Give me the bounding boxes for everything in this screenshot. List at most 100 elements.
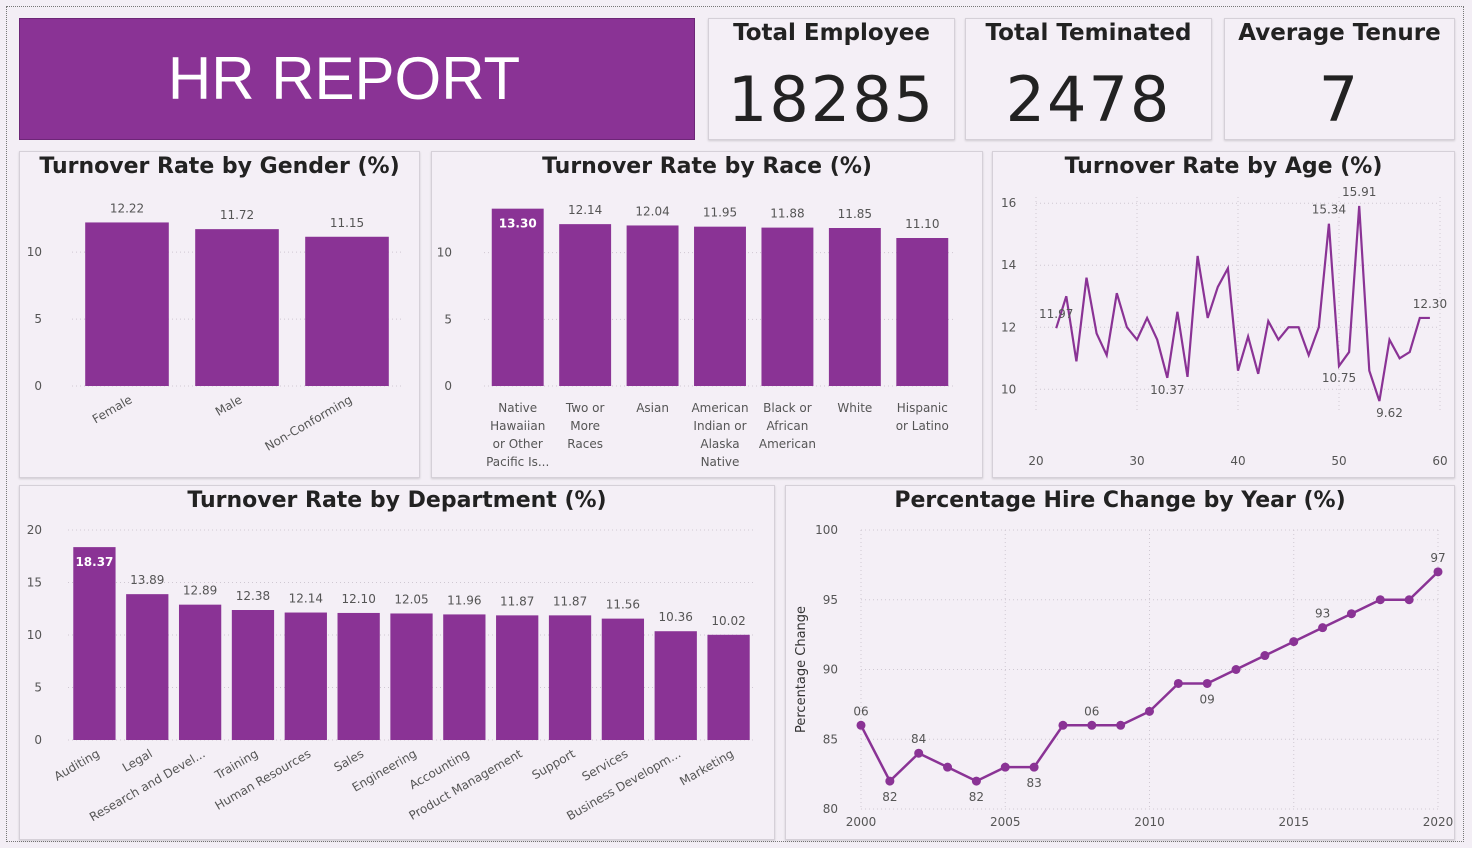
data-label: 06 [853, 704, 868, 718]
x-tick-label: 30 [1129, 454, 1144, 468]
data-point [1000, 762, 1010, 772]
x-tick-label: 2000 [846, 815, 877, 829]
x-tick-label: 20 [1028, 454, 1043, 468]
data-label: 11.87 [500, 594, 534, 608]
x-tick-label: 2015 [1278, 815, 1309, 829]
data-label: 12.89 [183, 584, 217, 598]
x-tick-label: Two or [565, 401, 605, 415]
x-tick-label: or Latino [896, 419, 949, 433]
bar [559, 224, 612, 386]
data-label: 82 [882, 790, 897, 804]
chart-turnover-by-age[interactable]: Turnover Rate by Age (%) 10 12 14 16 20 30 40 5… [992, 151, 1455, 478]
x-tick-label: 2020 [1423, 815, 1454, 829]
y-tick-label: 100 [815, 523, 838, 537]
kpi-card-total-employee[interactable]: Total Employee 18285 [708, 18, 955, 140]
x-tick-label: Female [90, 392, 135, 426]
bar [601, 618, 645, 740]
bar [496, 615, 539, 740]
data-label: 10.02 [711, 614, 745, 628]
data-point [885, 776, 895, 786]
chart-hire-change-by-year[interactable]: Percentage Hire Change by Year (%) 80 85 9… [785, 485, 1455, 840]
data-label: 12.14 [568, 203, 602, 217]
x-tick-label: 60 [1432, 454, 1447, 468]
x-tick-label: Legal [120, 746, 155, 774]
kpi-value: 18285 [727, 63, 936, 136]
x-tick-label: or Other [493, 437, 543, 451]
data-label: 11.85 [838, 207, 872, 221]
data-label: 13.30 [499, 217, 537, 231]
data-label: 10.75 [1322, 371, 1356, 385]
y-tick-label: 16 [1001, 196, 1016, 210]
data-label: 12.30 [1413, 297, 1447, 311]
data-point [856, 720, 866, 730]
data-label: 82 [969, 790, 984, 804]
data-label: 11.72 [220, 208, 254, 222]
data-point [1231, 665, 1241, 674]
data-point [1116, 720, 1126, 730]
y-tick-label: 5 [34, 681, 42, 695]
age-line-chart: 10 12 14 16 20 30 40 50 60 11.97 10.37 15.34 10.75 15… [1001, 185, 1448, 468]
y-tick-label: 15 [27, 576, 42, 590]
bar [284, 612, 327, 740]
data-label: 11.10 [905, 217, 939, 231]
data-point [1173, 678, 1183, 688]
chart-turnover-by-department[interactable]: Turnover Rate by Department (%) 0 5 10 15 20… [19, 485, 775, 840]
bar [390, 613, 433, 740]
data-point [1058, 720, 1068, 730]
y-tick-label: 0 [34, 733, 42, 747]
kpi-label: Total Employee [733, 20, 930, 46]
department-bar-chart: 0510152018.37Auditing13.89Legal12.89Rese… [27, 523, 755, 824]
bar [694, 226, 746, 386]
x-tick-label: Pacific Is... [486, 455, 549, 469]
kpi-value: 2478 [1005, 63, 1172, 136]
y-tick-label: 14 [1001, 258, 1016, 272]
data-label: 12.04 [635, 204, 669, 218]
x-tick-label: Indian or [693, 419, 746, 433]
data-label: 09 [1200, 692, 1215, 706]
x-tick-label: Black or [763, 401, 812, 415]
x-tick-label: Native [498, 401, 537, 415]
y-tick-label: 10 [437, 246, 452, 260]
x-tick-label: Sales [331, 746, 366, 774]
y-tick-label: 0 [444, 379, 452, 393]
x-tick-label: Native [701, 455, 740, 469]
data-point [1375, 595, 1385, 605]
data-label: 12.14 [289, 592, 323, 606]
data-point [1289, 637, 1299, 647]
y-axis-title: Percentage Change [794, 606, 809, 733]
x-tick-label: Male [213, 392, 245, 418]
data-label: 11.88 [770, 207, 804, 221]
kpi-card-total-terminated[interactable]: Total Teminated 2478 [965, 18, 1212, 140]
x-tick-label: Hawaiian [490, 419, 545, 433]
x-tick-label: American [691, 401, 748, 415]
x-tick-label: Asian [636, 401, 669, 415]
x-tick-label: Support [529, 746, 577, 782]
bar [491, 208, 544, 386]
x-tick-label: Hispanic [897, 401, 948, 415]
kpi-card-average-tenure[interactable]: Average Tenure 7 [1224, 18, 1455, 140]
chart-turnover-by-gender[interactable]: Turnover Rate by Gender (%) 0 5 10 12.22 Fem… [19, 151, 420, 478]
bar [231, 610, 275, 740]
data-label: 11.56 [606, 598, 640, 612]
data-label: 9.62 [1376, 406, 1403, 420]
y-tick-label: 5 [34, 312, 42, 326]
y-tick-label: 10 [27, 245, 42, 259]
data-label: 11.15 [330, 216, 364, 230]
kpi-value: 7 [1318, 63, 1361, 136]
x-tick-label: 2010 [1134, 815, 1165, 829]
data-label: 97 [1430, 551, 1445, 565]
chart-turnover-by-race[interactable]: Turnover Rate by Race (%) 0 5 10 13.30 Nativ… [431, 151, 983, 478]
y-tick-label: 5 [444, 312, 452, 326]
data-point [971, 776, 981, 786]
data-label: 12.10 [341, 592, 375, 606]
bar [443, 614, 486, 740]
y-tick-label: 10 [1001, 382, 1016, 396]
data-label: 11.96 [447, 593, 481, 607]
data-label: 12.38 [236, 589, 270, 603]
data-point [1433, 567, 1443, 577]
x-tick-label: Non-Conforming [263, 392, 355, 453]
series-line [1055, 205, 1430, 402]
data-point [943, 762, 953, 772]
bar [896, 238, 949, 386]
y-tick-label: 20 [27, 523, 42, 537]
